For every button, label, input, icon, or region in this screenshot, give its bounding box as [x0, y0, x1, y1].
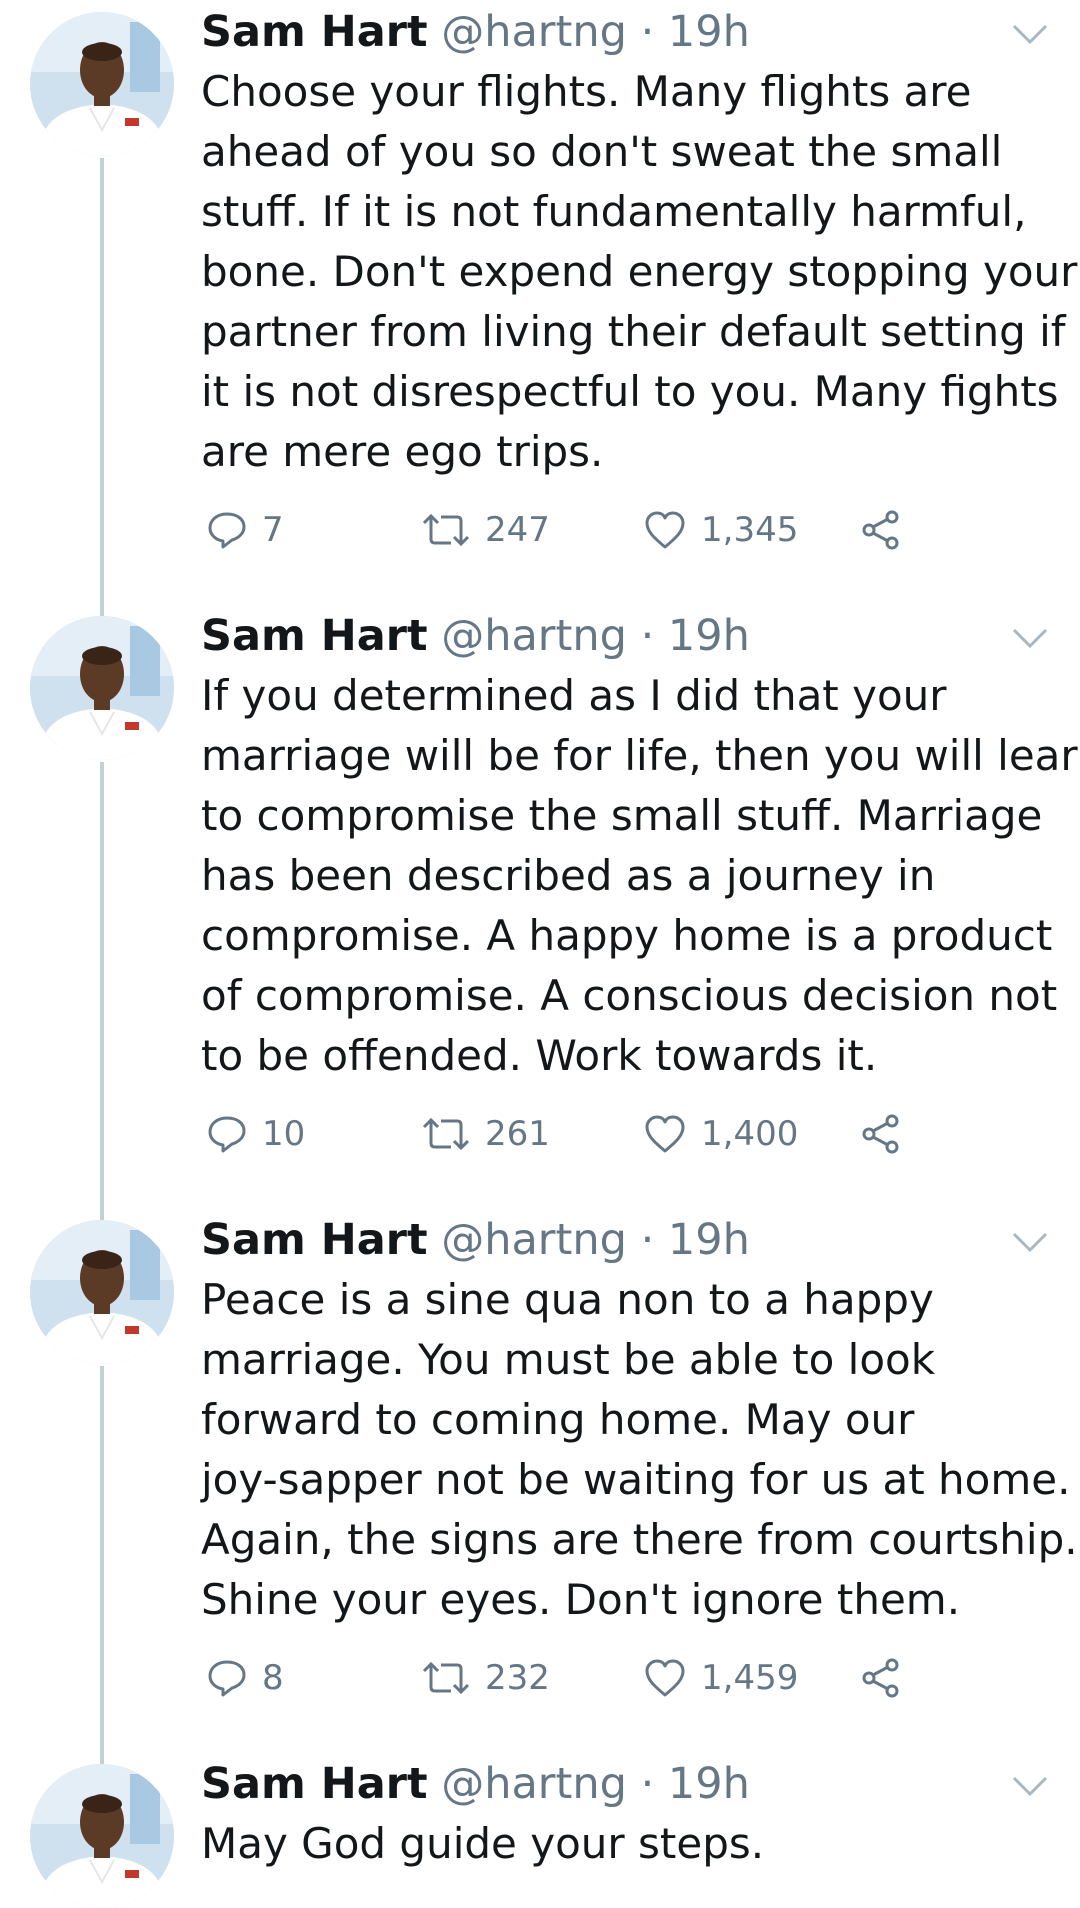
like-count: 1,459: [701, 1658, 799, 1698]
tweet-text: Peace is a sine qua non to a happy marri…: [201, 1270, 1078, 1630]
avatar[interactable]: [30, 12, 174, 156]
retweet-icon: [422, 1661, 470, 1695]
tweet-text-line: Again, the signs are there from courtshi…: [201, 1515, 1078, 1564]
tweet-text-line: stuff. If it is not fundamentally harmfu…: [201, 187, 1027, 236]
like-count: 1,400: [701, 1114, 799, 1154]
tweet-text-line: to compromise the small stuff. Marriage: [201, 791, 1043, 840]
like-button[interactable]: 1,400: [643, 1106, 798, 1162]
retweet-count: 261: [485, 1114, 550, 1154]
chevron-down-icon[interactable]: [1010, 626, 1050, 650]
author-name[interactable]: Sam Hart: [201, 611, 428, 661]
tweet-text-line: are mere ego trips.: [201, 427, 604, 476]
timestamp[interactable]: 19h: [668, 1759, 750, 1809]
tweet-actions: 10 261 1,400: [201, 1106, 921, 1162]
tweet-text-line: Shine your eyes. Don't ignore them.: [201, 1575, 961, 1624]
tweet-text-line: marriage. You must be able to look: [201, 1335, 936, 1384]
retweet-button[interactable]: 261: [421, 1106, 550, 1162]
reply-button[interactable]: 10: [206, 1106, 305, 1162]
retweet-button[interactable]: 232: [421, 1650, 550, 1706]
tweet-thread: Sam Hart @hartng · 19h Choose your fligh…: [0, 0, 1080, 1908]
separator: ·: [640, 7, 655, 57]
avatar[interactable]: [30, 1220, 174, 1364]
author-name[interactable]: Sam Hart: [201, 1759, 428, 1809]
chevron-down-icon[interactable]: [1010, 22, 1050, 46]
author-handle[interactable]: @hartng: [441, 1215, 627, 1265]
tweet-text-line: Peace is a sine qua non to a happy: [201, 1275, 934, 1324]
tweet-header: Sam Hart @hartng · 19h: [201, 1212, 750, 1268]
avatar[interactable]: [30, 616, 174, 760]
thread-connector: [100, 158, 104, 618]
author-name[interactable]: Sam Hart: [201, 7, 428, 57]
author-handle[interactable]: @hartng: [441, 611, 627, 661]
retweet-icon: [422, 513, 470, 547]
tweet-actions: 7 247 1,345: [201, 502, 921, 558]
reply-icon: [208, 512, 246, 549]
tweet-text-line: has been described as a journey in: [201, 851, 936, 900]
tweet-text-line: to be offended. Work towards it.: [201, 1031, 878, 1080]
reply-button[interactable]: 8: [206, 1650, 284, 1706]
avatar[interactable]: [30, 1764, 174, 1908]
tweet-actions: 8 232 1,459: [201, 1650, 921, 1706]
reply-icon: [208, 1116, 246, 1153]
share-icon: [862, 510, 899, 550]
reply-count: 7: [262, 510, 284, 550]
share-icon: [862, 1114, 899, 1154]
retweet-icon: [422, 1117, 470, 1151]
share-button[interactable]: [861, 502, 901, 558]
tweet-text-line: Choose your flights. Many flights are: [201, 67, 972, 116]
author-name[interactable]: Sam Hart: [201, 1215, 428, 1265]
separator: ·: [640, 1215, 655, 1265]
tweet-text-line: compromise. A happy home is a product: [201, 911, 1053, 960]
tweet-text-line: forward to coming home. May our: [201, 1395, 915, 1444]
thread-connector: [100, 1366, 104, 1766]
chevron-down-icon[interactable]: [1010, 1774, 1050, 1798]
share-icon: [862, 1658, 899, 1698]
timestamp[interactable]: 19h: [668, 611, 750, 661]
separator: ·: [640, 1759, 655, 1809]
thread-connector: [100, 762, 104, 1222]
tweet-text-line: If you determined as I did that your: [201, 671, 947, 720]
tweet-header: Sam Hart @hartng · 19h: [201, 4, 750, 60]
like-count: 1,345: [701, 510, 799, 550]
tweet-text-line: bone. Don't expend energy stopping your: [201, 247, 1078, 296]
tweet-text: Choose your flights. Many flights are ah…: [201, 62, 1078, 482]
author-handle[interactable]: @hartng: [441, 1759, 627, 1809]
separator: ·: [640, 611, 655, 661]
reply-count: 8: [262, 1658, 284, 1698]
tweet-header: Sam Hart @hartng · 19h: [201, 1756, 750, 1812]
tweet-text-line: it is not disrespectful to you. Many fig…: [201, 367, 1059, 416]
reply-button[interactable]: 7: [206, 502, 284, 558]
retweet-count: 232: [485, 1658, 550, 1698]
heart-icon: [645, 1115, 685, 1153]
tweet-text: May God guide your steps.: [201, 1814, 1051, 1874]
tweet-text: If you determined as I did that your mar…: [201, 666, 1080, 1086]
tweet-text-line: joy-sapper not be waiting for us at home…: [201, 1455, 1071, 1504]
retweet-count: 247: [485, 510, 550, 550]
tweet-header: Sam Hart @hartng · 19h: [201, 608, 750, 664]
heart-icon: [645, 511, 685, 549]
tweet-text-line: of compromise. A conscious decision not: [201, 971, 1058, 1020]
author-handle[interactable]: @hartng: [441, 7, 627, 57]
like-button[interactable]: 1,345: [643, 502, 798, 558]
like-button[interactable]: 1,459: [643, 1650, 798, 1706]
tweet-text-line: ahead of you so don't sweat the small: [201, 127, 1003, 176]
tweet-text-line: May God guide your steps.: [201, 1819, 765, 1868]
timestamp[interactable]: 19h: [668, 1215, 750, 1265]
heart-icon: [645, 1659, 685, 1697]
share-button[interactable]: [861, 1650, 901, 1706]
retweet-button[interactable]: 247: [421, 502, 550, 558]
tweet-text-line: marriage will be for life, then you will…: [201, 731, 1080, 780]
timestamp[interactable]: 19h: [668, 7, 750, 57]
tweet-text-line: partner from living their default settin…: [201, 307, 1066, 356]
share-button[interactable]: [861, 1106, 901, 1162]
reply-icon: [208, 1660, 246, 1697]
chevron-down-icon[interactable]: [1010, 1230, 1050, 1254]
reply-count: 10: [262, 1114, 306, 1154]
